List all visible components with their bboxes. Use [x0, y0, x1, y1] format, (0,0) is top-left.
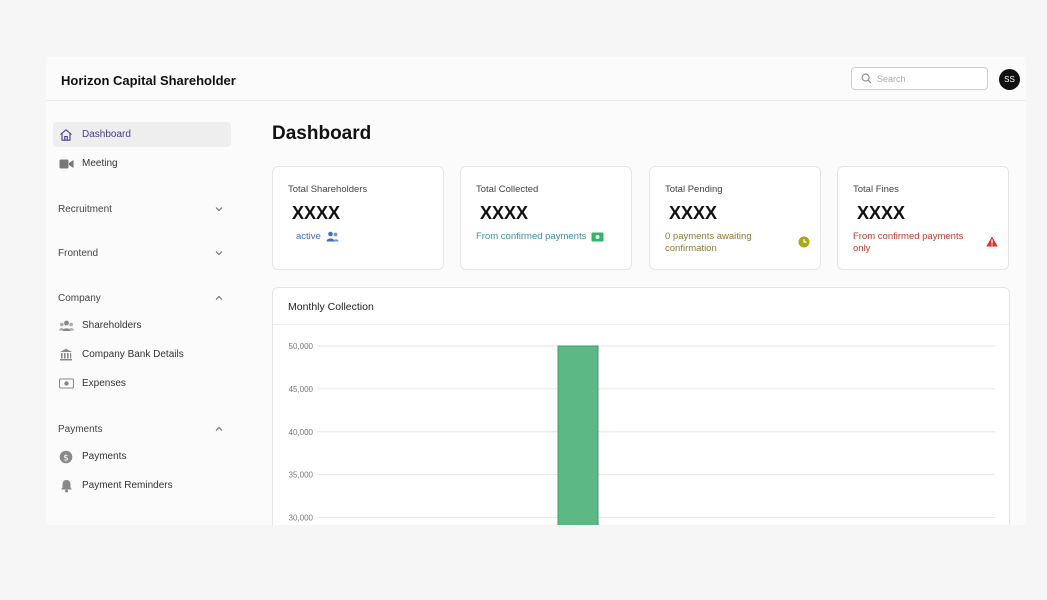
sidebar-item-label: Company Bank Details — [82, 349, 184, 360]
sidebar-item-shareholders[interactable]: Shareholders — [53, 313, 231, 338]
sidebar-item-label: Dashboard — [82, 129, 131, 140]
search-input[interactable] — [877, 71, 982, 86]
sidebar-item-label: Meeting — [82, 158, 118, 169]
card-title: Total Shareholders — [288, 184, 368, 195]
sidebar-item-label: Payment Reminders — [82, 480, 173, 491]
card-total-pending: Total Pending XXXX 0 payments awaiting c… — [649, 166, 821, 270]
sidebar-item-label: Shareholders — [82, 320, 142, 331]
page-title: Dashboard — [272, 123, 372, 144]
clock-icon — [798, 236, 810, 248]
card-title: Total Pending — [665, 184, 723, 195]
avatar[interactable]: SS — [999, 69, 1020, 90]
card-total-shareholders: Total Shareholders XXXX active — [272, 166, 444, 270]
top-header: Horizon Capital Shareholder SS — [46, 57, 1026, 101]
sidebar-item-dashboard[interactable]: Dashboard — [53, 122, 231, 147]
users-icon — [326, 231, 339, 242]
bell-icon — [58, 478, 74, 494]
section-label: Recruitment — [58, 203, 112, 215]
card-subtext: active — [296, 231, 339, 242]
money-icon — [58, 376, 74, 392]
y-tick-label: 50,000 — [289, 342, 314, 351]
monthly-collection-card: Monthly Collection 50,000 45,000 40,000 35,… — [272, 287, 1010, 525]
section-payments[interactable]: Payments — [58, 421, 223, 437]
chart-bar[interactable] — [557, 345, 599, 525]
chevron-up-icon — [215, 295, 223, 300]
y-tick-label: 35,000 — [289, 471, 314, 480]
card-value: XXXX — [292, 203, 341, 223]
video-icon — [58, 156, 74, 172]
card-subtext-label: active — [296, 231, 321, 242]
chevron-down-icon — [215, 251, 223, 256]
y-tick-label: 30,000 — [289, 514, 314, 523]
section-label: Payments — [58, 423, 103, 435]
section-label: Frontend — [58, 247, 99, 259]
y-tick-label: 40,000 — [289, 428, 314, 437]
card-title: Total Fines — [853, 184, 899, 195]
users-icon — [58, 318, 74, 334]
card-subtext-label: From confirmed payments — [476, 231, 587, 242]
sidebar-item-meeting[interactable]: Meeting — [53, 151, 231, 176]
dollar-icon: $ — [58, 449, 74, 465]
brand-title: Horizon Capital Shareholder — [61, 73, 236, 88]
sidebar-item-label: Payments — [82, 451, 127, 462]
sidebar-item-company-bank-details[interactable]: Company Bank Details — [53, 342, 231, 367]
card-total-fines: Total Fines XXXX From confirmed payments… — [837, 166, 1009, 270]
card-value: XXXX — [480, 203, 529, 223]
card-subtext: From confirmed payments — [476, 231, 604, 242]
sidebar-item-expenses[interactable]: Expenses — [53, 371, 231, 396]
bank-icon — [58, 347, 74, 363]
y-tick-label: 45,000 — [289, 385, 314, 394]
card-subtext: From confirmed payments only — [853, 231, 964, 254]
chevron-up-icon — [215, 426, 223, 431]
card-value: XXXX — [669, 203, 718, 223]
card-total-collected: Total Collected XXXX From confirmed paym… — [460, 166, 632, 270]
monthly-collection-chart: 50,000 45,000 40,000 35,000 30,000 — [289, 342, 995, 525]
warning-icon — [986, 236, 998, 247]
home-icon — [58, 127, 74, 143]
chart-title: Monthly Collection — [288, 301, 374, 313]
svg-text:$: $ — [63, 453, 69, 463]
section-label: Company — [58, 292, 101, 304]
sidebar: Dashboard Meeting Recruitment Frontend C… — [46, 101, 246, 525]
search-box[interactable] — [851, 67, 988, 90]
card-value: XXXX — [857, 203, 906, 223]
card-title: Total Collected — [476, 184, 539, 195]
card-subtext: 0 payments awaiting confirmation — [665, 231, 752, 254]
sidebar-item-payment-reminders[interactable]: Payment Reminders — [53, 473, 231, 498]
app-window: Horizon Capital Shareholder SS Dashboard… — [46, 57, 1026, 525]
search-icon — [861, 73, 872, 84]
section-frontend[interactable]: Frontend — [58, 245, 223, 261]
sidebar-item-label: Expenses — [82, 378, 126, 389]
section-company[interactable]: Company — [58, 290, 223, 306]
money-icon — [591, 232, 604, 241]
section-recruitment[interactable]: Recruitment — [58, 201, 223, 217]
sidebar-item-payments[interactable]: $ Payments — [53, 444, 231, 469]
chevron-down-icon — [215, 207, 223, 212]
